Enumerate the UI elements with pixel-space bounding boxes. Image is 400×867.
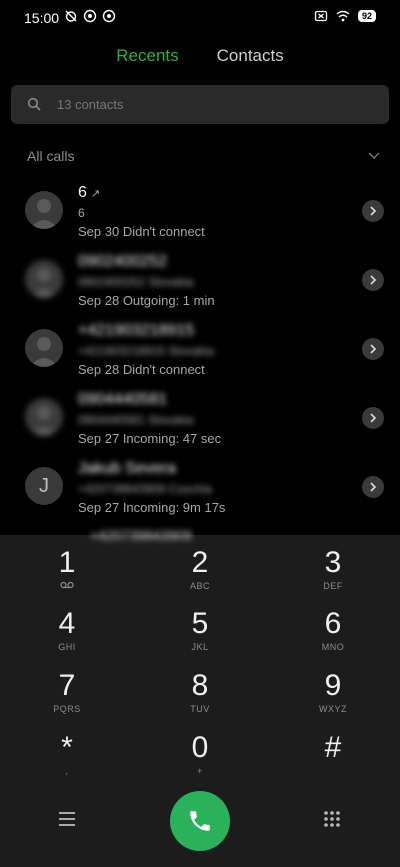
search-icon — [27, 97, 41, 111]
call-list: 6 ↗ 6 Sep 30 Didn't connect 0902400252 09… — [0, 178, 400, 523]
battery-indicator: 92 — [357, 10, 376, 22]
call-filter[interactable]: All calls — [27, 148, 381, 166]
chevron-right-icon — [370, 482, 377, 492]
call-row[interactable]: 0902400252 0902400252 Slovakia Sep 28 Ou… — [0, 247, 400, 316]
chevron-right-icon — [370, 413, 377, 423]
tab-contacts[interactable]: Contacts — [217, 46, 284, 66]
person-icon — [30, 268, 58, 298]
call-button[interactable] — [170, 791, 230, 851]
search-input[interactable]: 13 contacts — [11, 85, 389, 124]
status-bar: 15:00 92 — [0, 0, 400, 36]
key-2[interactable]: 2 ABC — [150, 547, 250, 607]
search-placeholder: 13 contacts — [57, 97, 124, 112]
person-icon — [30, 406, 58, 436]
details-button[interactable] — [362, 338, 384, 360]
key-3[interactable]: 3 DEF — [283, 547, 383, 607]
dialpad-toggle-icon[interactable] — [323, 810, 341, 828]
call-row[interactable]: 0904440581 0904440581 Slovakia Sep 27 In… — [0, 385, 400, 454]
call-number: +421903218915 Slovakia — [78, 344, 214, 358]
key-4[interactable]: 4 GHI — [17, 608, 117, 668]
avatar — [25, 398, 63, 436]
wifi-icon — [336, 10, 350, 22]
avatar: J — [25, 467, 63, 505]
key-8[interactable]: 8 TUV — [150, 670, 250, 730]
call-row[interactable]: J Jakub Severa +420739843909 Czechia Sep… — [0, 454, 400, 523]
avatar — [25, 191, 63, 229]
chevron-right-icon — [370, 275, 377, 285]
call-row[interactable]: +421903218915 +421903218915 Slovakia Sep… — [0, 316, 400, 385]
chevron-right-icon — [370, 206, 377, 216]
dial-actions — [0, 777, 400, 867]
call-meta: Sep 27 Incoming: 9m 17s — [78, 500, 226, 515]
call-number: 6 — [78, 206, 85, 220]
details-button[interactable] — [362, 476, 384, 498]
call-meta: Sep 28 Outgoing: 1 min — [78, 293, 215, 308]
key-5[interactable]: 5 JKL — [150, 608, 250, 668]
key-6[interactable]: 6 MNO — [283, 608, 383, 668]
details-button[interactable] — [362, 200, 384, 222]
chevron-down-icon — [368, 152, 380, 159]
avatar — [25, 260, 63, 298]
call-name: Jakub Severa — [78, 460, 176, 477]
dial-pad: +420739843909 1 2 ABC 3 DEF 4 GHI 5 JKL 6 MNO… — [0, 527, 400, 867]
key-9[interactable]: 9 WXYZ — [283, 670, 383, 730]
call-row[interactable]: 6 ↗ 6 Sep 30 Didn't connect — [0, 178, 400, 247]
call-number: +420739843909 Czechia — [78, 482, 212, 496]
details-button[interactable] — [362, 407, 384, 429]
avatar-initial: J — [39, 474, 49, 497]
call-meta: Sep 28 Didn't connect — [78, 362, 205, 377]
key-7[interactable]: 7 PQRS — [17, 670, 117, 730]
voicemail-icon — [17, 581, 117, 591]
menu-icon[interactable] — [58, 811, 76, 827]
call-name: +421903218915 — [78, 322, 195, 339]
partial-call-row: +420739843909 — [90, 527, 192, 543]
call-number: 0902400252 Slovakia — [78, 275, 194, 289]
key-1[interactable]: 1 — [17, 547, 117, 607]
person-icon — [30, 199, 58, 229]
call-number: 0904440581 Slovakia — [78, 413, 194, 427]
call-name: 6 ↗ — [78, 184, 101, 201]
whatsapp-icon — [83, 9, 97, 23]
alarm-off-icon — [65, 10, 77, 22]
sim-off-icon — [314, 10, 328, 22]
whatsapp-icon — [102, 9, 116, 23]
call-filter-label: All calls — [27, 148, 75, 164]
call-meta: Sep 30 Didn't connect — [78, 224, 205, 239]
details-button[interactable] — [362, 269, 384, 291]
call-name: 0904440581 — [78, 391, 167, 408]
tab-recents[interactable]: Recents — [116, 46, 178, 66]
phone-icon — [190, 811, 210, 831]
call-meta: Sep 27 Incoming: 47 sec — [78, 431, 222, 446]
call-name: 0902400252 — [78, 253, 167, 270]
chevron-right-icon — [370, 344, 377, 354]
status-time: 15:00 — [24, 10, 60, 26]
person-icon — [30, 337, 58, 367]
outgoing-arrow-icon: ↗ — [90, 188, 101, 200]
avatar — [25, 329, 63, 367]
tab-bar: Recents Contacts — [0, 46, 400, 66]
